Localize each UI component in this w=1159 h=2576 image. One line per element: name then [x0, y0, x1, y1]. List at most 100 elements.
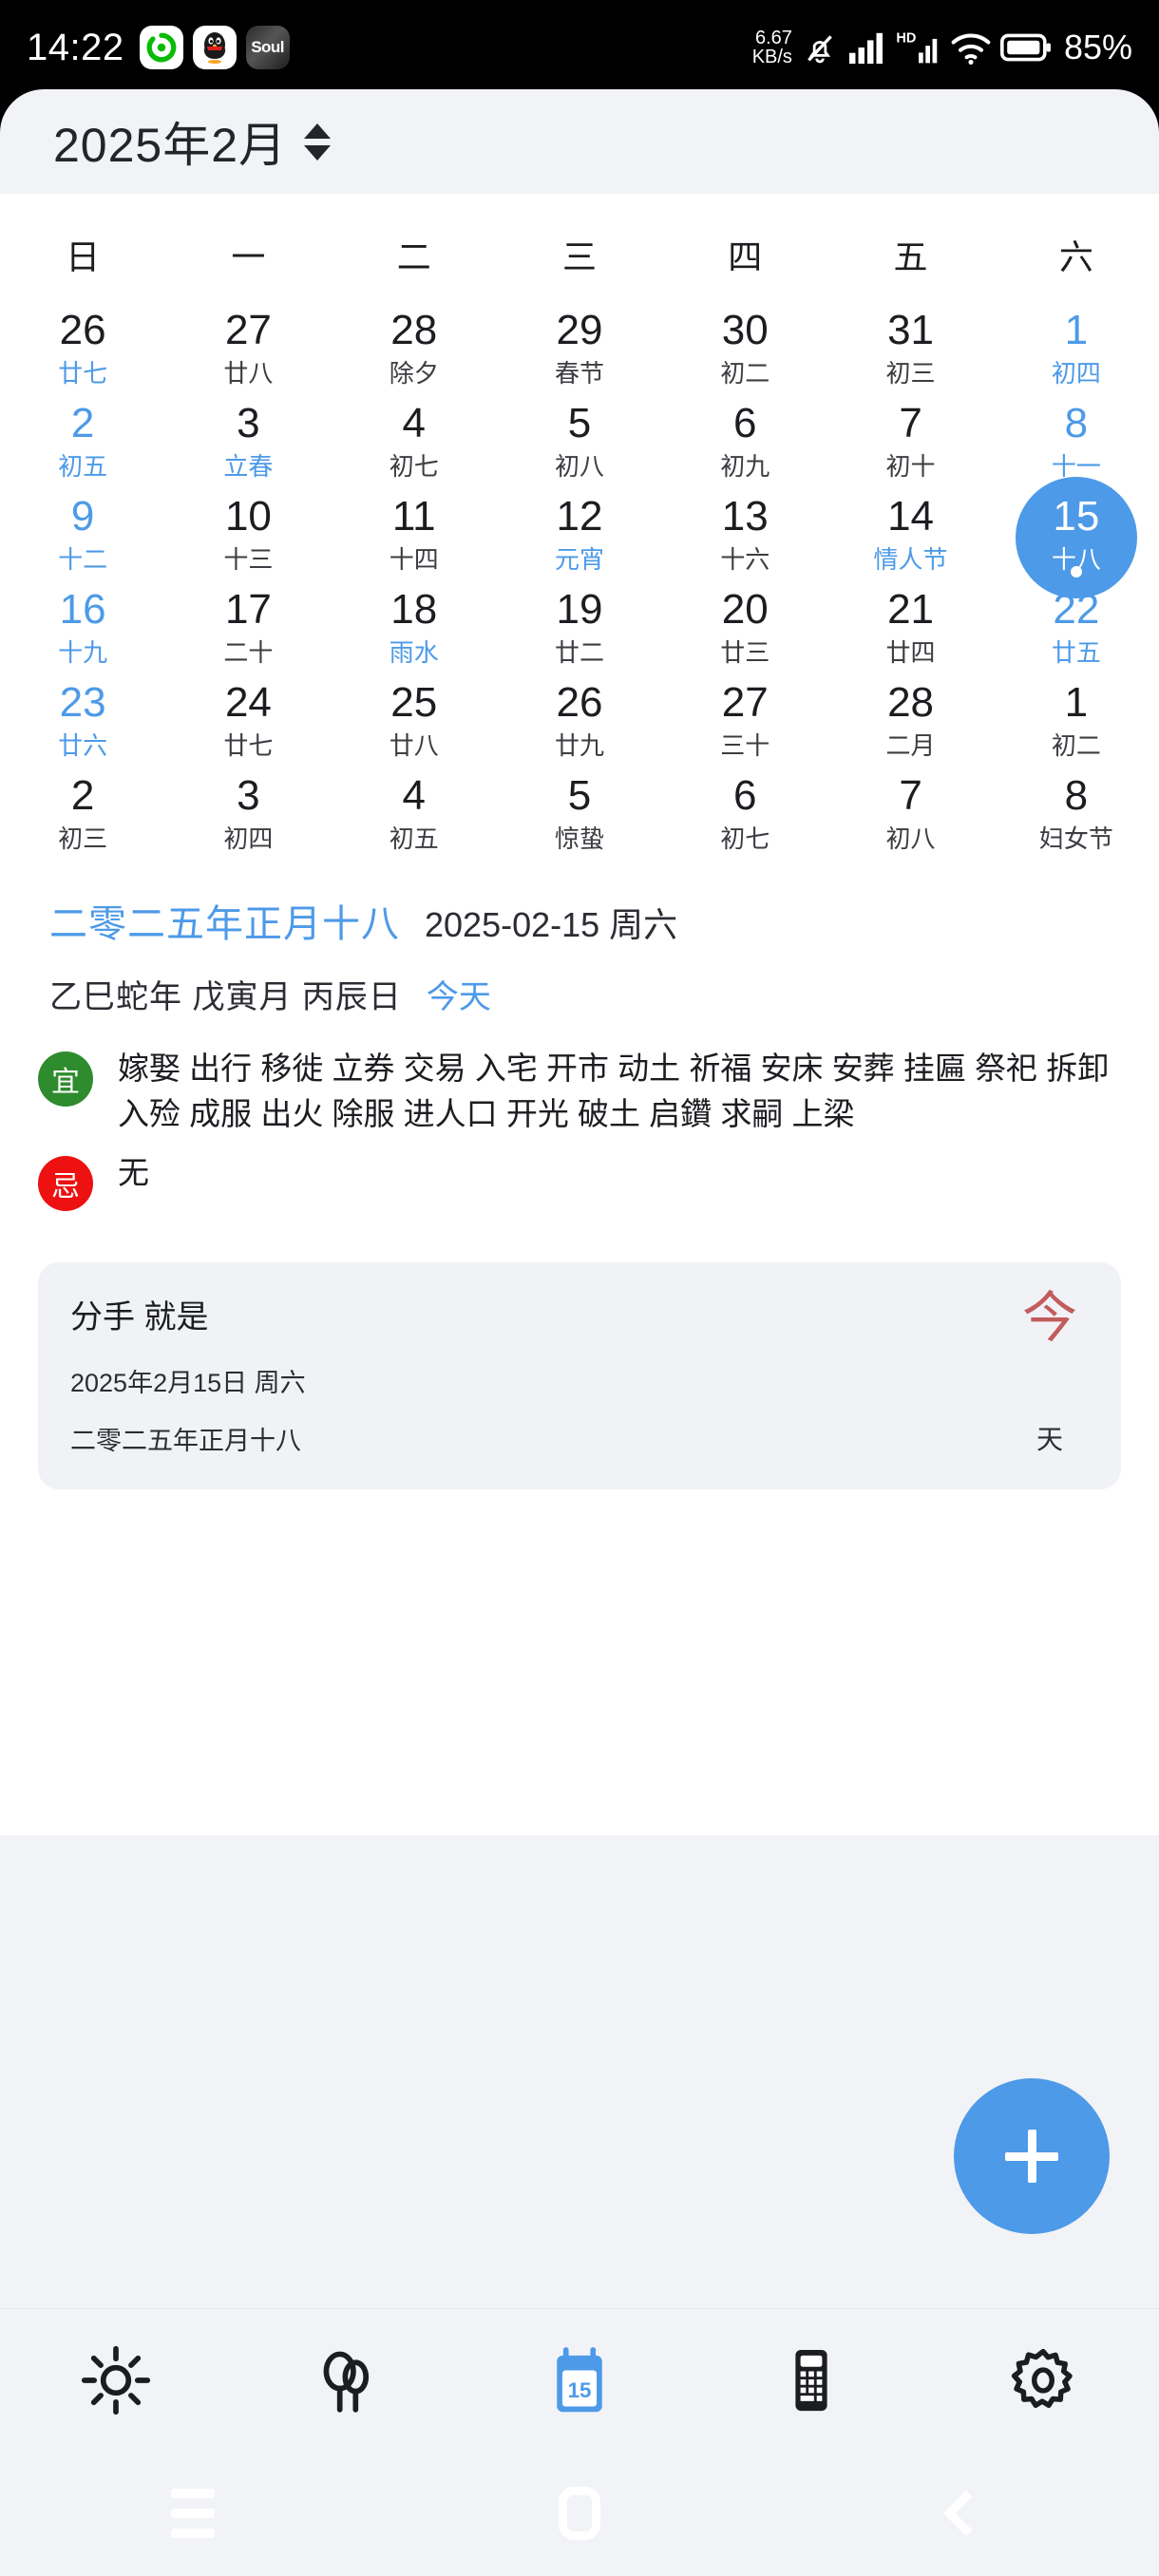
calendar-day[interactable]: 4 初五	[332, 769, 497, 862]
yi-row: 宜 嫁娶 出行 移徙 立券 交易 入宅 开市 动土 祈福 安床 安葬 挂匾 祭祀…	[38, 1046, 1121, 1137]
day-lunar-label: 元宵	[554, 544, 604, 574]
day-number: 24	[224, 678, 272, 726]
day-number: 29	[556, 306, 603, 353]
chevron-up-down-icon[interactable]	[304, 123, 332, 161]
calendar-day[interactable]: 31 初三	[827, 304, 993, 397]
calendar-day[interactable]: 29 春节	[497, 304, 662, 397]
nav-item-weather[interactable]	[0, 2309, 232, 2452]
calendar-day[interactable]: 10 十三	[165, 490, 331, 583]
recents-button[interactable]	[0, 2489, 387, 2538]
calendar-day[interactable]: 8 妇女节	[994, 769, 1159, 862]
calendar-day[interactable]: 13 十六	[662, 490, 827, 583]
day-number: 26	[556, 678, 603, 726]
calendar-day[interactable]: 1 初二	[994, 676, 1159, 769]
calendar-day[interactable]: 7 初八	[827, 769, 993, 862]
calendar-day[interactable]: 17 二十	[165, 583, 331, 676]
calendar-day[interactable]: 11 十四	[332, 490, 497, 583]
day-number: 25	[390, 678, 438, 726]
day-lunar-label: 立春	[223, 451, 274, 481]
nav-item-calculator[interactable]	[695, 2309, 927, 2452]
calendar-day[interactable]: 18 雨水	[332, 583, 497, 676]
day-lunar-label: 十二	[58, 544, 108, 574]
day-number: 4	[402, 771, 426, 819]
calendar-day[interactable]: 21 廿四	[827, 583, 993, 676]
day-lunar-label: 廿五	[1051, 637, 1101, 667]
calendar-day[interactable]: 28 二月	[827, 676, 993, 769]
calendar-day[interactable]: 7 初十	[827, 397, 993, 490]
status-bar: 14:22 Soul 6.67 KB/s HD 85%	[0, 0, 1159, 95]
signal-bars-icon	[848, 32, 883, 65]
weekday-label: 日	[66, 237, 101, 276]
bottom-navigation: 15	[0, 2308, 1159, 2451]
day-lunar-label: 三十	[720, 730, 770, 760]
calendar-day[interactable]: 6 初七	[662, 769, 827, 862]
net-speed-unit: KB/s	[751, 47, 792, 67]
calendar-day-selected[interactable]: 15 十八	[994, 477, 1159, 598]
nav-item-balloons[interactable]	[232, 2309, 464, 2452]
calendar-day[interactable]: 12 元宵	[497, 490, 662, 583]
day-number: 3	[237, 399, 260, 446]
day-lunar-label: 廿三	[720, 637, 770, 667]
nav-item-calendar[interactable]: 15	[464, 2309, 695, 2452]
nav-item-settings[interactable]	[927, 2309, 1159, 2452]
gregorian-date-label: 2025-02-15 周六	[425, 905, 678, 944]
calendar-day[interactable]: 6 初九	[662, 397, 827, 490]
weekday-label: 三	[561, 237, 597, 276]
calendar-day[interactable]: 3 初四	[165, 769, 331, 862]
day-number: 11	[391, 492, 436, 540]
calendar-day[interactable]: 5 惊蛰	[497, 769, 662, 862]
event-card[interactable]: 分手 就是 2025年2月15日 周六 二零二五年正月十八 今 天	[38, 1261, 1121, 1489]
qq-penguin-icon	[192, 26, 237, 69]
today-link[interactable]: 今天	[427, 971, 491, 1017]
day-number: 20	[721, 585, 769, 633]
calendar-day[interactable]: 14 情人节	[827, 490, 993, 583]
calendar-day[interactable]: 16 十九	[0, 583, 165, 676]
day-number: 1	[1064, 306, 1089, 353]
day-lunar-label: 廿七	[58, 358, 108, 388]
battery-percent: 85%	[1063, 28, 1132, 66]
day-lunar-label: 妇女节	[1038, 824, 1113, 853]
weekday-label: 二	[396, 237, 431, 276]
home-button[interactable]	[387, 2487, 773, 2540]
date-detail: 二零二五年正月十八 2025-02-15 周六 乙巳蛇年 戊寅月 丙辰日 今天	[0, 872, 1159, 1025]
calendar-day[interactable]: 3 立春	[165, 397, 331, 490]
calendar-day[interactable]: 9 十二	[0, 490, 165, 583]
day-number: 4	[402, 399, 426, 446]
date-detail-primary: 二零二五年正月十八 2025-02-15 周六	[49, 893, 1110, 948]
calendar-day[interactable]: 23 廿六	[0, 676, 165, 769]
calendar-day[interactable]: 26 廿七	[0, 304, 165, 397]
day-lunar-label: 廿六	[58, 730, 108, 760]
day-lunar-label: 廿九	[554, 730, 604, 760]
app-header: 2025年2月	[0, 89, 1159, 194]
day-lunar-label: 初五	[389, 824, 439, 853]
calendar-day[interactable]: 1 初四	[994, 304, 1159, 397]
day-lunar-label: 初八	[554, 451, 604, 481]
calendar-day[interactable]: 26 廿九	[497, 676, 662, 769]
calendar-day[interactable]: 27 三十	[662, 676, 827, 769]
calendar-day[interactable]: 25 廿八	[332, 676, 497, 769]
day-number: 13	[721, 492, 769, 540]
calendar-day[interactable]: 5 初八	[497, 397, 662, 490]
phone-screen: 14:22 Soul 6.67 KB/s HD 85% 2025年2月 日 一 …	[0, 0, 1159, 2576]
calendar-day[interactable]: 19 廿二	[497, 583, 662, 676]
calendar-day[interactable]: 22 廿五	[994, 583, 1159, 676]
day-lunar-label: 初二	[1051, 730, 1101, 760]
calendar-day[interactable]: 27 廿八	[165, 304, 331, 397]
day-number: 26	[59, 306, 106, 353]
calendar-day[interactable]: 4 初七	[332, 397, 497, 490]
calendar-day[interactable]: 24 廿七	[165, 676, 331, 769]
add-event-fab[interactable]	[954, 2078, 1110, 2234]
weekday-label: 五	[893, 237, 928, 276]
day-number: 21	[887, 585, 935, 633]
back-button[interactable]	[772, 2490, 1159, 2537]
calendar-day[interactable]: 30 初二	[662, 304, 827, 397]
day-number: 3	[237, 771, 260, 819]
calendar-day[interactable]: 28 除夕	[332, 304, 497, 397]
event-list: 分手 就是 2025年2月15日 周六 二零二五年正月十八 今 天	[0, 1250, 1159, 1522]
day-number: 28	[390, 306, 438, 353]
day-number: 31	[887, 306, 935, 353]
calendar-day[interactable]: 20 廿三	[662, 583, 827, 676]
calendar-day[interactable]: 2 初五	[0, 397, 165, 490]
back-chevron-icon	[942, 2490, 989, 2537]
calendar-day[interactable]: 2 初三	[0, 769, 165, 862]
